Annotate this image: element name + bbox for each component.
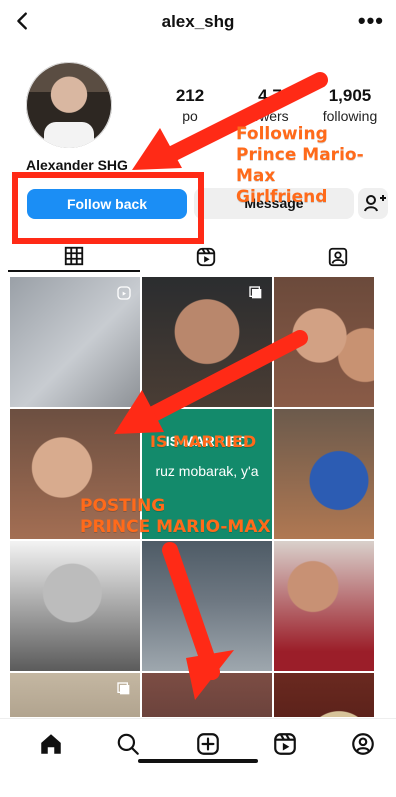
reels-icon[interactable] [272,731,298,757]
search-icon[interactable] [115,731,141,757]
tagged-icon [328,247,348,267]
display-name: Alexander SHG [26,157,128,173]
annotation-line: PRINCE MARIO-MAX [80,517,271,537]
annotation-posting: POSTING PRINCE MARIO-MAX [80,496,271,538]
annotation-line: Prince Mario-Max [236,145,364,186]
tab-reels[interactable] [140,242,272,272]
grid-icon [64,246,84,266]
top-bar: alex_shg ••• [0,0,396,44]
annotation-line: POSTING [80,496,166,516]
carousel-icon [249,286,262,299]
avatar-shirt [44,122,94,148]
annotation-following: Following Prince Mario-Max Girlfriend [236,124,396,208]
post-thumbnail[interactable] [274,541,374,671]
profile-tabs [0,242,396,272]
avatar[interactable] [26,62,112,148]
reels-icon [196,247,216,267]
tab-grid[interactable] [8,242,140,272]
home-icon[interactable] [38,731,64,757]
post-thumbnail[interactable] [10,673,140,717]
annotation-married: IS MARRIED [150,432,257,451]
red-highlight-box [12,172,204,244]
home-indicator [138,759,258,763]
create-icon[interactable] [195,731,221,757]
profile-icon[interactable] [350,731,376,757]
post-thumbnail[interactable] [274,673,374,717]
post-caption-line2: ruz mobarak, y'a [155,463,259,479]
red-arrow-3 [162,542,234,700]
reels-icon [117,286,131,300]
annotation-line: Girlfriend [236,187,328,207]
annotation-line: Following [236,124,328,144]
bottom-navigation [0,718,396,770]
profile-username: alex_shg [161,12,235,31]
post-thumbnail[interactable] [10,541,140,671]
more-icon[interactable]: ••• [358,8,384,34]
tab-tagged[interactable] [272,242,396,272]
carousel-icon [117,682,130,695]
